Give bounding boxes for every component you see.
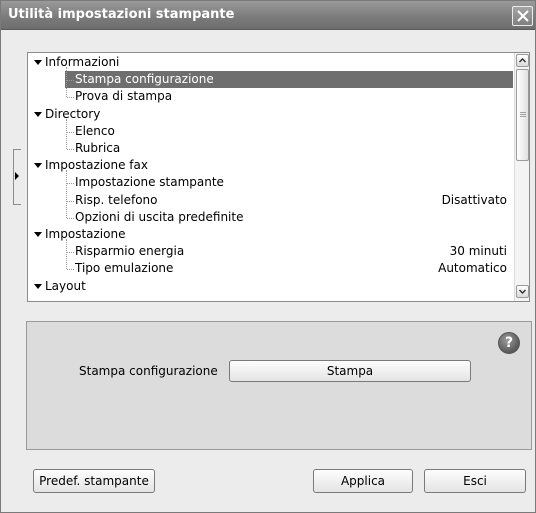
tree-connector — [67, 217, 74, 219]
tree-item-label[interactable]: Rubrica — [75, 140, 120, 157]
tree-connector — [67, 80, 74, 82]
tree-item-label[interactable]: Elenco — [75, 123, 115, 140]
settings-tree[interactable]: Informazioni Stampa configurazione Prova d… — [27, 52, 530, 302]
tree-scrollbar[interactable] — [514, 53, 529, 301]
exit-button[interactable]: Esci — [424, 469, 526, 493]
scroll-up-button[interactable] — [516, 54, 529, 67]
tree-connector — [67, 131, 74, 133]
tree-connector — [67, 183, 74, 185]
collapse-triangle-icon[interactable] — [34, 111, 42, 117]
tree-item-value: Automatico — [438, 261, 507, 276]
panel-toggle-handle[interactable] — [13, 149, 21, 205]
tree-group-label[interactable]: Directory — [45, 106, 100, 123]
tree-item-label[interactable]: Stampa configurazione — [75, 71, 214, 88]
title-bar[interactable]: Utilità impostazioni stampante — [1, 1, 535, 30]
close-icon — [517, 10, 529, 22]
tree-connector — [66, 239, 67, 270]
close-button[interactable] — [512, 6, 533, 26]
tree-connector — [67, 269, 74, 271]
tree-item-label[interactable]: Tipo emulazione — [75, 260, 173, 277]
print-button[interactable]: Stampa — [229, 360, 471, 382]
collapse-triangle-icon[interactable] — [34, 60, 42, 65]
tree-connector — [67, 97, 74, 99]
grip-line — [520, 114, 526, 115]
tree-connector — [67, 149, 74, 150]
apply-button[interactable]: Applica — [313, 469, 413, 493]
printer-defaults-button[interactable]: Predef. stampante — [33, 469, 155, 493]
help-icon[interactable]: ? — [498, 332, 520, 354]
scroll-down-button[interactable] — [516, 285, 529, 298]
tree-connector — [66, 118, 67, 149]
tree-item-label[interactable]: Impostazione stampante — [75, 174, 224, 191]
detail-panel: ? Stampa configurazione Stampa — [26, 321, 532, 450]
chevron-down-icon — [518, 289, 527, 295]
tree-item-label[interactable]: Opzioni di uscita predefinite — [75, 209, 243, 226]
tree-group-label[interactable]: Informazioni — [45, 54, 119, 71]
tree-item-label[interactable]: Prova di stampa — [75, 88, 172, 105]
tree-group-label[interactable]: Impostazione — [45, 226, 125, 243]
collapse-triangle-icon[interactable] — [34, 232, 42, 237]
settings-window: Utilità impostazioni stampante Informazi… — [0, 0, 536, 513]
detail-label: Stampa configurazione — [79, 364, 218, 378]
tree-group-label[interactable]: Layout — [45, 278, 86, 295]
window-title: Utilità impostazioni stampante — [8, 7, 235, 22]
tree-item-label[interactable]: Risp. telefono — [75, 192, 158, 209]
tree-item-value: Disattivato — [441, 192, 507, 207]
tree-connector — [67, 200, 74, 202]
grip-line — [520, 116, 526, 117]
tree-connector — [67, 252, 74, 254]
tree-connector — [66, 170, 67, 218]
tree-connector — [66, 67, 67, 98]
tree-item-label[interactable]: Risparmio energia — [75, 243, 184, 260]
tree-group-label[interactable]: Impostazione fax — [45, 157, 148, 174]
tree-item-value: 30 minuti — [449, 244, 507, 259]
scroll-thumb[interactable] — [516, 69, 529, 161]
expand-arrow-icon — [15, 172, 19, 180]
collapse-triangle-icon[interactable] — [34, 283, 42, 289]
chevron-up-icon — [518, 57, 527, 63]
collapse-triangle-icon[interactable] — [34, 163, 42, 169]
grip-line — [520, 112, 526, 113]
